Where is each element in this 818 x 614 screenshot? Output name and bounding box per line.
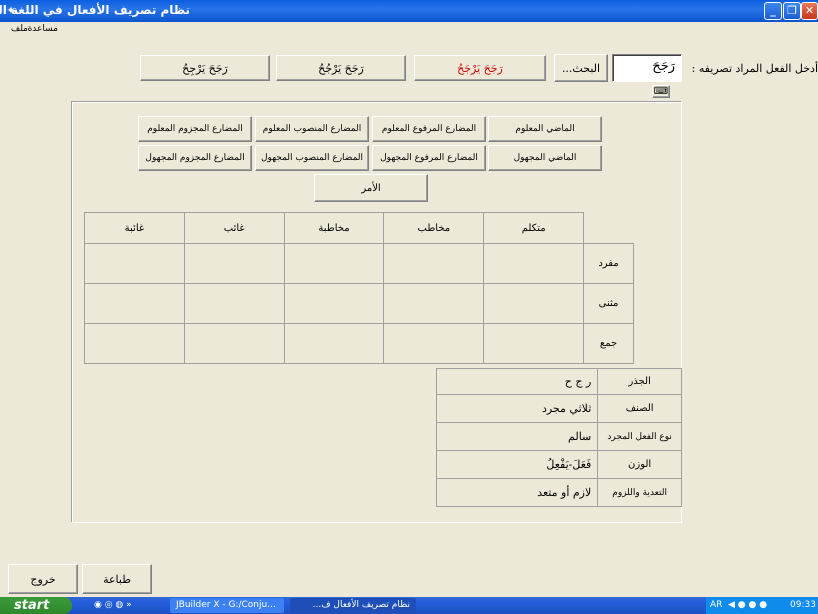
- table-cell[interactable]: [283, 283, 385, 324]
- table-cell[interactable]: [84, 323, 185, 364]
- table-row: مفرد: [84, 243, 634, 284]
- table-cell[interactable]: [383, 323, 485, 364]
- maximize-button[interactable]: ❐: [783, 2, 801, 20]
- table-cell[interactable]: [183, 323, 285, 364]
- system-tray: AR ◀ ● ● ● 09:33: [706, 597, 818, 614]
- table-cell[interactable]: [483, 323, 585, 364]
- column-header: مخاطبة: [283, 212, 385, 244]
- pattern-label: الوزن: [597, 450, 682, 479]
- table-cell[interactable]: [483, 283, 585, 324]
- table-row: مثنى: [84, 283, 634, 324]
- window-title: نظام تصريف الأفعال في اللغة العربية: [0, 3, 190, 17]
- present-subjunctive-passive-button[interactable]: المضارع المنصوب المجهول: [255, 145, 369, 171]
- type-value: سالم: [435, 422, 599, 451]
- transitivity-label: التعدية واللزوم: [597, 478, 682, 507]
- table-cell[interactable]: [283, 323, 385, 364]
- present-jussive-passive-button[interactable]: المضارع المجزوم المجهول: [138, 145, 252, 171]
- table-row: جمع: [84, 323, 634, 364]
- search-button[interactable]: البحث...: [554, 54, 608, 82]
- pattern-value: فَعَلَ-يَفْعِلُ: [435, 450, 599, 479]
- column-header: غائب: [183, 212, 285, 244]
- column-header: متكلم: [483, 212, 585, 244]
- column-header: مخاطب: [383, 212, 485, 244]
- class-label: الصنف: [597, 394, 682, 423]
- info-table: ر ج ح الجذر ثلاثي مجرد الصنف سالم نوع الفعل…: [435, 368, 682, 507]
- corner-cell: [583, 212, 634, 244]
- keyboard-icon[interactable]: ⌨: [652, 85, 670, 98]
- row-header: مثنى: [583, 283, 634, 324]
- past-active-button[interactable]: الماضي المعلوم: [488, 116, 602, 142]
- menu-bar: ملف مساعدة: [0, 22, 818, 38]
- class-value: ثلاثي مجرد: [435, 394, 599, 423]
- tray-icons: ◀ ● ● ●: [728, 600, 768, 610]
- row-header: جمع: [583, 323, 634, 364]
- menu-item-file[interactable]: ملف: [11, 24, 28, 34]
- present-subjunctive-active-button[interactable]: المضارع المنصوب المعلوم: [255, 116, 369, 142]
- table-cell[interactable]: [483, 243, 585, 284]
- close-button[interactable]: ✕: [801, 2, 818, 20]
- task-conjugator[interactable]: نظام تصريف الأفعال ف...: [290, 598, 416, 613]
- table-cell[interactable]: [283, 243, 385, 284]
- form-button-1[interactable]: رَجَحَ يَرْجَحُ: [414, 55, 546, 81]
- present-indicative-active-button[interactable]: المضارع المرفوع المعلوم: [372, 116, 486, 142]
- present-jussive-active-button[interactable]: المضارع المجزوم المعلوم: [138, 116, 252, 142]
- print-button[interactable]: طباعة: [82, 564, 152, 594]
- transitivity-value: لازم أو متعد: [435, 478, 599, 507]
- clock: 09:33: [790, 600, 816, 610]
- type-label: نوع الفعل المجرد: [597, 422, 682, 451]
- present-indicative-passive-button[interactable]: المضارع المرفوع المجهول: [372, 145, 486, 171]
- row-header: مفرد: [583, 243, 634, 284]
- language-indicator[interactable]: AR: [710, 597, 722, 614]
- conjugation-table: غائبة غائب مخاطبة مخاطب متكلم مفرد مثنى …: [84, 212, 634, 364]
- menu-item-help[interactable]: مساعدة: [28, 24, 58, 34]
- form-button-2[interactable]: رَجَحَ يَرْجُحُ: [276, 55, 406, 81]
- table-cell[interactable]: [84, 243, 185, 284]
- task-jbuilder[interactable]: JBuilder X - G:/Conju...: [170, 598, 284, 613]
- exit-button[interactable]: خروج: [8, 564, 78, 594]
- form-button-3[interactable]: رَجَحَ يَرْجِحُ: [140, 55, 270, 81]
- root-value: ر ج ح: [435, 368, 599, 395]
- verb-input-label: أدخل الفعل المراد تصريفه :: [691, 62, 818, 75]
- column-header: غائبة: [84, 212, 185, 244]
- verb-input-field[interactable]: رَجَحَ: [612, 54, 682, 82]
- minimize-button[interactable]: _: [764, 2, 782, 20]
- taskbar: start ◉ ◎ ◍ » JBuilder X - G:/Conju... ن…: [0, 597, 818, 614]
- root-label: الجذر: [597, 368, 682, 395]
- table-cell[interactable]: [84, 283, 185, 324]
- table-cell[interactable]: [183, 243, 285, 284]
- imperative-button[interactable]: الأمر: [314, 174, 428, 202]
- past-passive-button[interactable]: الماضي المجهول: [488, 145, 602, 171]
- title-bar: ✦ نظام تصريف الأفعال في اللغة العربية _ …: [0, 0, 818, 22]
- table-cell[interactable]: [383, 283, 485, 324]
- table-cell[interactable]: [383, 243, 485, 284]
- start-button[interactable]: start: [0, 597, 72, 614]
- quick-launch: ◉ ◎ ◍ »: [94, 600, 132, 610]
- table-cell[interactable]: [183, 283, 285, 324]
